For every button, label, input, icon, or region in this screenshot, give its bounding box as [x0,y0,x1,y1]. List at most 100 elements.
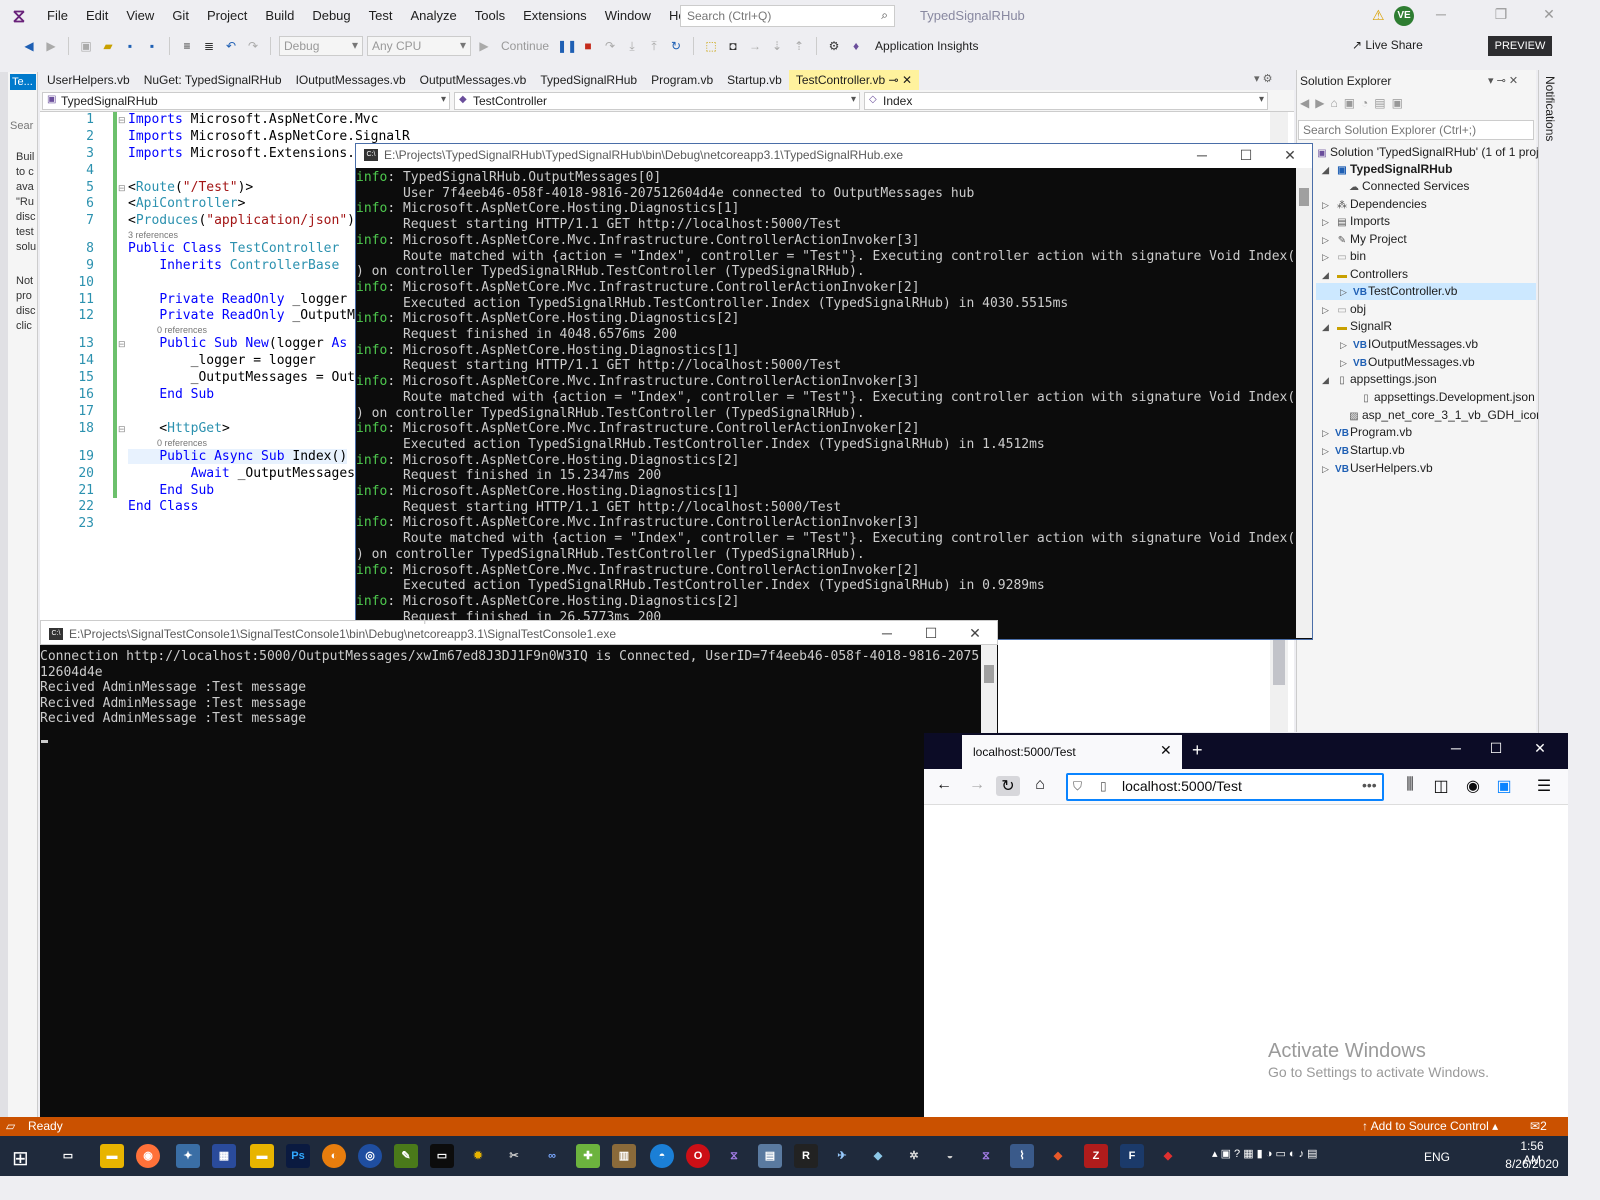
menu-debug[interactable]: Debug [303,0,359,32]
system-tray-icons[interactable]: ▴ ▣ ? ▦ ▮ ◑ ▭ ◐ ♪ ▤ [1212,1147,1318,1160]
page-info-icon[interactable]: ▯ [1100,779,1107,793]
tree-testcontroller[interactable]: ▷ VBTestController.vb [1316,283,1536,300]
maximize-icon[interactable]: ❐ [1486,6,1516,23]
continue-button[interactable]: Continue [497,39,553,53]
break-all-icon[interactable]: ❚❚ [557,37,577,55]
collapsed-arrow-icon[interactable]: ▷ [1340,284,1352,301]
expand-arrow-icon[interactable]: ◢ [1322,162,1334,179]
expand-arrow-icon[interactable]: ◢ [1322,372,1334,389]
editor-scrollbar-thumb[interactable] [1273,640,1285,685]
class-select[interactable]: ◆ TestController [454,92,860,110]
back-icon[interactable]: ◀ [20,37,38,55]
collapsed-arrow-icon[interactable]: ▷ [1340,355,1352,372]
app-icon[interactable]: ◎ [358,1144,382,1168]
restart-icon[interactable]: ↻ [667,37,685,55]
maximize-icon[interactable]: ☐ [1476,740,1516,757]
app-icon[interactable]: ✹ [466,1144,490,1168]
add-to-source-control-button[interactable]: ↑ Add to Source Control ▴ [1362,1119,1498,1133]
app-icon[interactable]: ✲ [902,1144,926,1168]
notification-bell-icon[interactable]: ✉2 [1530,1119,1547,1133]
pin-icon[interactable]: ⊸ [889,73,899,87]
tab-startup[interactable]: Startup.vb [720,70,789,90]
comment-icon[interactable]: ≡ [178,37,196,55]
forward-icon[interactable]: ▶ [42,37,60,55]
tab-ioutputmessages[interactable]: IOutputMessages.vb [289,70,413,90]
tree-icon-file[interactable]: ▨ asp_net_core_3_1_vb_GDH_icon.ic [1334,407,1555,424]
nav-arrow-icon[interactable]: ⇡ [790,37,808,55]
filezilla-icon[interactable]: Z [1084,1144,1108,1168]
menu-tools[interactable]: Tools [466,0,514,32]
menu-edit[interactable]: Edit [77,0,117,32]
clock-date[interactable]: 8/26/2020 [1504,1157,1560,1171]
more-actions-icon[interactable]: ••• [1362,777,1377,793]
live-share-button[interactable]: ↗ Live Share [1352,38,1423,52]
step-over-icon[interactable]: ↷ [601,37,619,55]
menu-view[interactable]: View [117,0,163,32]
expand-arrow-icon[interactable]: ◢ [1322,319,1334,336]
git-icon[interactable]: ◆ [1046,1144,1070,1168]
tab-typedsignalrhub[interactable]: TypedSignalRHub [533,70,644,90]
close-tab-icon[interactable]: ✕ [1160,742,1172,759]
app-icon[interactable]: ✈ [830,1144,854,1168]
panel-options-icon[interactable]: ▾ ⊸ ✕ [1488,74,1518,87]
app-icon[interactable]: F [1120,1144,1144,1168]
library-icon[interactable]: ⫼ [1398,776,1422,794]
menu-extensions[interactable]: Extensions [514,0,596,32]
save-all-icon[interactable]: ▪ [143,37,161,55]
tab-overflow-icon[interactable]: ▾ ⚙ [1254,72,1272,85]
fold-toggle[interactable]: ⊟ [118,115,126,126]
nav-arrow-icon[interactable]: → [746,37,764,55]
app-icon[interactable]: ◆ [866,1144,890,1168]
firefox-tab[interactable]: localhost:5000/Test [962,735,1182,769]
fold-toggle[interactable]: ⊟ [118,424,126,435]
minimize-icon[interactable]: ─ [1182,147,1222,163]
menu-git[interactable]: Git [163,0,198,32]
pocket-save-icon[interactable]: ▣ [1492,776,1516,796]
visual-studio-logo-icon[interactable]: ⧖ [0,0,38,32]
step-into-icon[interactable]: ⤓ [623,37,641,55]
tree-appsettings-dev[interactable]: ▯ appsettings.Development.json [1358,389,1535,406]
new-project-icon[interactable]: ▣ [77,37,95,55]
opera-icon[interactable]: O [686,1144,710,1168]
maximize-icon[interactable]: ☐ [911,625,951,642]
expand-arrow-icon[interactable]: ◢ [1322,267,1334,284]
close-icon[interactable]: ✕ [1520,740,1560,757]
tree-bin[interactable]: ▷ ▭ bin [1322,248,1366,265]
collapsed-arrow-icon[interactable]: ▷ [1340,337,1352,354]
redo-icon[interactable]: ↷ [244,37,262,55]
tab-nuget[interactable]: NuGet: TypedSignalRHub [137,70,289,90]
tree-connected-services[interactable]: ☁ Connected Services [1334,178,1469,195]
client-console-scrollbar[interactable] [981,645,997,735]
collapsed-arrow-icon[interactable]: ▷ [1322,214,1334,231]
maximize-icon[interactable]: ☐ [1226,147,1266,164]
tab-testcontroller[interactable]: TestController.vb ⊸ ✕ [788,70,920,90]
account-icon[interactable]: ◉ [1461,776,1485,796]
new-tab-icon[interactable]: + [1192,740,1203,761]
file-explorer-icon[interactable]: ▬ [100,1144,124,1168]
app-icon[interactable]: ◒ [938,1144,962,1168]
code-lens-references[interactable]: 0 references [157,325,207,335]
fold-toggle[interactable]: ⊟ [118,339,126,350]
notifications-tab[interactable]: Notifications [1543,76,1557,141]
close-icon[interactable]: ✕ [1534,6,1564,23]
url-bar[interactable]: localhost:5000/Test [1066,773,1384,801]
tree-obj[interactable]: ▷ ▭ obj [1322,301,1366,318]
toolbox-search-input[interactable]: Sear [10,120,33,132]
folder-icon[interactable]: ▬ [250,1144,274,1168]
home-icon[interactable]: ⌂ [1028,776,1052,794]
minimize-icon[interactable]: ─ [1436,740,1476,756]
firefox-icon[interactable]: ◉ [136,1144,160,1168]
collapsed-arrow-icon[interactable]: ▷ [1322,425,1334,442]
sidebar-icon[interactable]: ◫ [1429,776,1453,796]
tree-program[interactable]: ▷ VBProgram.vb [1322,424,1412,441]
tree-userhelpers[interactable]: ▷ VBUserHelpers.vb [1322,460,1433,477]
minimize-icon[interactable]: ─ [1426,6,1456,22]
hot-reload-icon[interactable]: ⚙ [825,37,843,55]
windows-start-icon[interactable]: ⊞ [12,1146,29,1171]
app-icon[interactable]: R [794,1144,818,1168]
tree-my-project[interactable]: ▷ ✎ My Project [1322,231,1407,248]
tracking-shield-icon[interactable]: ⛉ [1073,779,1082,794]
language-indicator[interactable]: ENG [1424,1150,1450,1164]
open-folder-icon[interactable]: ▰ [99,37,117,55]
nav-arrow-icon[interactable]: ⇣ [768,37,786,55]
